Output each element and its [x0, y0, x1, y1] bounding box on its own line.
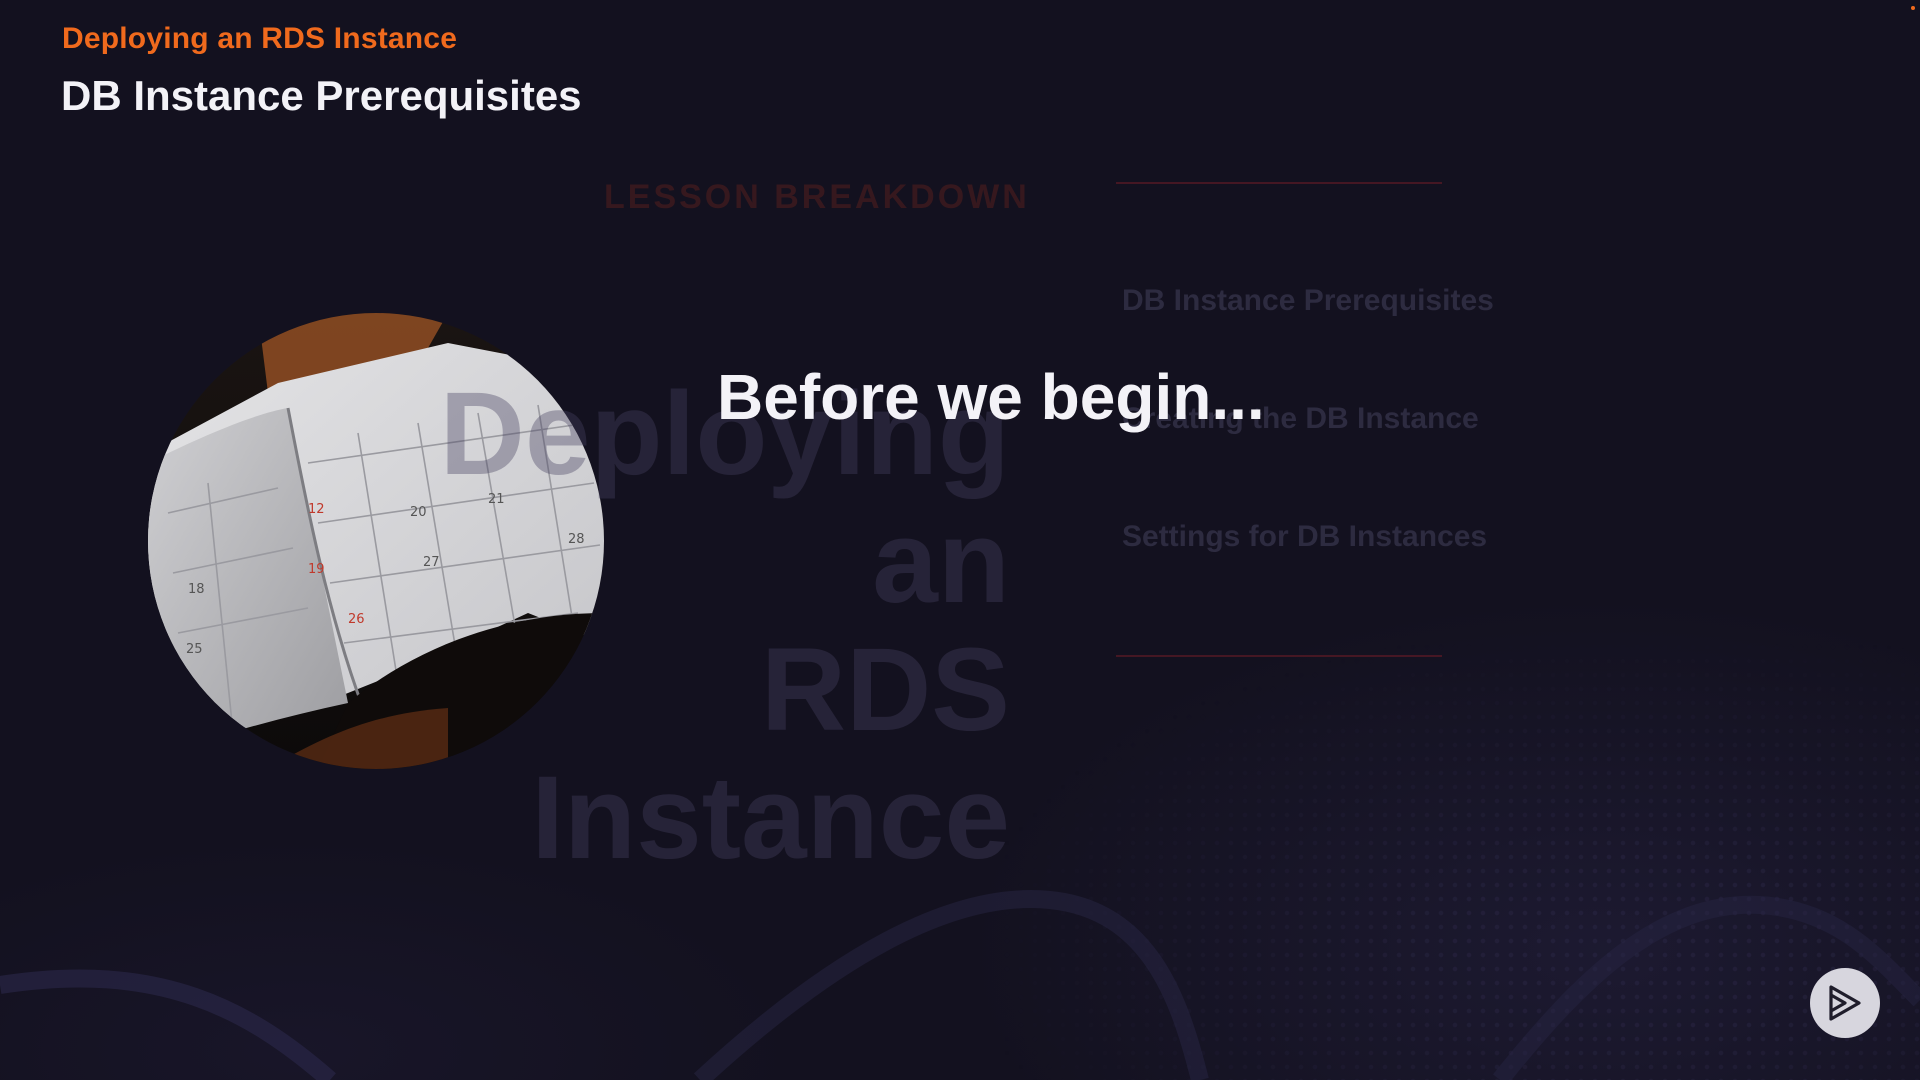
faded-lesson-breakdown-heading: LESSON BREAKDOWN: [604, 178, 1030, 216]
faded-course-name: Deploying an RDS Instance: [310, 370, 1010, 882]
faded-divider-bottom: [1116, 655, 1442, 657]
corner-indicator-dot: [1911, 6, 1915, 10]
slide-headline: Before we begin...: [717, 361, 1265, 433]
svg-text:18: 18: [188, 582, 205, 597]
play-logo-icon[interactable]: [1810, 968, 1880, 1038]
slide-canvas: Deploying an RDS Instance DB Instance Pr…: [0, 0, 1920, 1080]
faded-lesson-item: DB Instance Prerequisites: [1122, 284, 1494, 317]
faded-course-name-line: RDS Instance: [531, 624, 1010, 884]
faded-lesson-item: Settings for DB Instances: [1122, 520, 1488, 553]
course-title: Deploying an RDS Instance: [62, 22, 458, 55]
play-triangle-icon: [1829, 985, 1861, 1021]
clip-title: DB Instance Prerequisites: [61, 72, 582, 119]
svg-text:25: 25: [186, 642, 203, 657]
faded-divider-top: [1116, 182, 1442, 184]
